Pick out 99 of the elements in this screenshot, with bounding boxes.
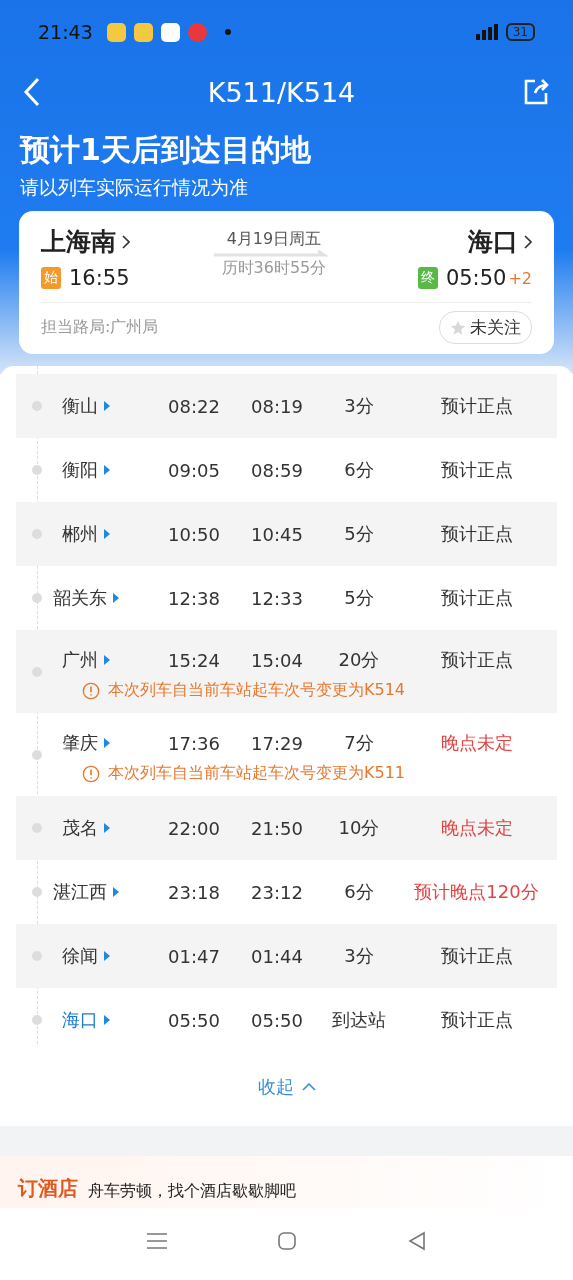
departure-time: 01:44 xyxy=(250,945,304,967)
stop-duration: 到达站 xyxy=(331,1008,387,1032)
triangle-right-icon xyxy=(104,465,110,475)
battery-indicator: 31 xyxy=(505,23,535,41)
arrival-time: 12:38 xyxy=(167,587,221,609)
map-pin-icon xyxy=(187,22,207,42)
station-name[interactable]: 海口 xyxy=(62,1008,98,1032)
train-number-notice: 本次列车自当前车站起车次号变更为K511 xyxy=(108,763,406,784)
station-name[interactable]: 湛江西 xyxy=(53,880,107,904)
departure-time: 17:29 xyxy=(250,732,304,754)
arrival-time: 22:00 xyxy=(167,817,221,839)
day-offset: +2 xyxy=(508,268,532,288)
stop-duration: 6分 xyxy=(343,880,375,904)
chevron-right-icon[interactable] xyxy=(122,234,130,249)
station-name[interactable]: 广州 xyxy=(62,648,98,672)
travel-date: 4月19日周五 xyxy=(226,229,322,250)
app-icon xyxy=(133,22,153,42)
arrival-time: 15:24 xyxy=(167,649,221,671)
railway-bureau: 担当路局:广州局 xyxy=(41,317,159,338)
departure-time: 23:12 xyxy=(250,881,304,903)
punctuality-status: 预计正点 xyxy=(439,586,514,610)
punctuality-status: 预计正点 xyxy=(439,1008,514,1032)
stop-duration: 7分 xyxy=(343,731,375,755)
arrival-note: 请以列车实际运行情况为准 xyxy=(19,175,249,200)
warning-icon xyxy=(82,764,100,783)
chevron-right-icon[interactable] xyxy=(524,234,532,249)
arrival-headline: 预计1天后到达目的地 xyxy=(18,131,312,169)
punctuality-status: 预计正点 xyxy=(439,394,514,418)
back-icon[interactable] xyxy=(22,77,42,107)
stop-duration: 5分 xyxy=(343,522,375,546)
menu-icon[interactable] xyxy=(146,1231,167,1251)
departure-time: 05:50 xyxy=(250,1009,304,1031)
back-icon[interactable] xyxy=(406,1231,427,1251)
station-name[interactable]: 肇庆 xyxy=(62,731,98,755)
star-icon xyxy=(450,319,466,336)
status-time: 21:43 xyxy=(38,21,93,43)
departure-time: 16:55 xyxy=(69,266,130,290)
punctuality-status: 预计正点 xyxy=(439,944,514,968)
station-name[interactable]: 衡山 xyxy=(62,394,98,418)
stop-duration: 10分 xyxy=(337,816,381,840)
destination-station[interactable]: 海口 xyxy=(468,225,518,258)
station-name[interactable]: 徐闻 xyxy=(62,944,98,968)
station-name[interactable]: 衡阳 xyxy=(62,458,98,482)
arrival-time: 05:50 xyxy=(167,1009,221,1031)
departure-time: 08:19 xyxy=(250,395,304,417)
warning-icon xyxy=(82,681,100,700)
station-name[interactable]: 韶关东 xyxy=(53,586,107,610)
stop-duration: 20分 xyxy=(337,648,381,672)
app-icon xyxy=(106,22,126,42)
departure-time: 08:59 xyxy=(250,459,304,481)
timeline-node xyxy=(32,465,42,475)
arrival-time: 10:50 xyxy=(167,523,221,545)
station-name[interactable]: 茂名 xyxy=(62,816,98,840)
triangle-right-icon xyxy=(104,655,110,665)
timeline-node xyxy=(32,1015,42,1025)
chevron-up-icon xyxy=(301,1083,316,1091)
departure-time: 10:45 xyxy=(250,523,304,545)
stop-duration: 5分 xyxy=(343,586,375,610)
timeline-node xyxy=(32,749,42,760)
triangle-right-icon xyxy=(104,529,110,539)
signal-icon xyxy=(475,24,498,40)
hotel-slogan: 舟车劳顿，找个酒店歇歇脚吧 xyxy=(88,1181,296,1202)
triangle-right-icon xyxy=(113,887,119,897)
train-number-notice: 本次列车自当前车站起车次号变更为K514 xyxy=(108,680,406,701)
stop-duration: 6分 xyxy=(343,458,375,482)
punctuality-status: 预计晚点120分 xyxy=(413,880,540,904)
origin-station[interactable]: 上海南 xyxy=(41,225,116,258)
arrival-time: 23:18 xyxy=(167,881,221,903)
triangle-right-icon xyxy=(104,401,110,411)
triangle-right-icon xyxy=(104,738,110,748)
punctuality-status: 晚点未定 xyxy=(439,731,514,755)
triangle-right-icon xyxy=(104,1015,110,1025)
collapse-button[interactable]: 收起 xyxy=(251,1074,322,1100)
terminal-badge: 终 xyxy=(417,267,438,289)
punctuality-status: 晚点未定 xyxy=(439,816,514,840)
origin-badge: 始 xyxy=(41,267,61,289)
travel-duration: 历时36时55分 xyxy=(221,258,327,279)
punctuality-status: 预计正点 xyxy=(439,522,514,546)
departure-time: 12:33 xyxy=(250,587,304,609)
follow-button[interactable]: 未关注 xyxy=(439,311,532,344)
station-name[interactable]: 郴州 xyxy=(62,522,98,546)
punctuality-status: 预计正点 xyxy=(439,458,514,482)
triangle-right-icon xyxy=(104,823,110,833)
stop-duration: 3分 xyxy=(343,394,375,418)
arrival-time: 17:36 xyxy=(167,732,221,754)
app-icon xyxy=(160,22,180,42)
triangle-right-icon xyxy=(104,951,110,961)
punctuality-status: 预计正点 xyxy=(439,648,514,672)
home-icon[interactable] xyxy=(276,1231,297,1251)
arrival-time: 08:22 xyxy=(167,395,221,417)
departure-time: 21:50 xyxy=(250,817,304,839)
notification-dot-icon xyxy=(224,29,231,35)
departure-time: 15:04 xyxy=(250,649,304,671)
stop-duration: 3分 xyxy=(343,944,375,968)
arrival-time: 01:47 xyxy=(167,945,221,967)
train-number-title: K511/K514 xyxy=(207,76,356,108)
triangle-right-icon xyxy=(113,593,119,603)
arrival-time: 09:05 xyxy=(167,459,221,481)
arrival-time: 05:50 xyxy=(445,266,507,290)
